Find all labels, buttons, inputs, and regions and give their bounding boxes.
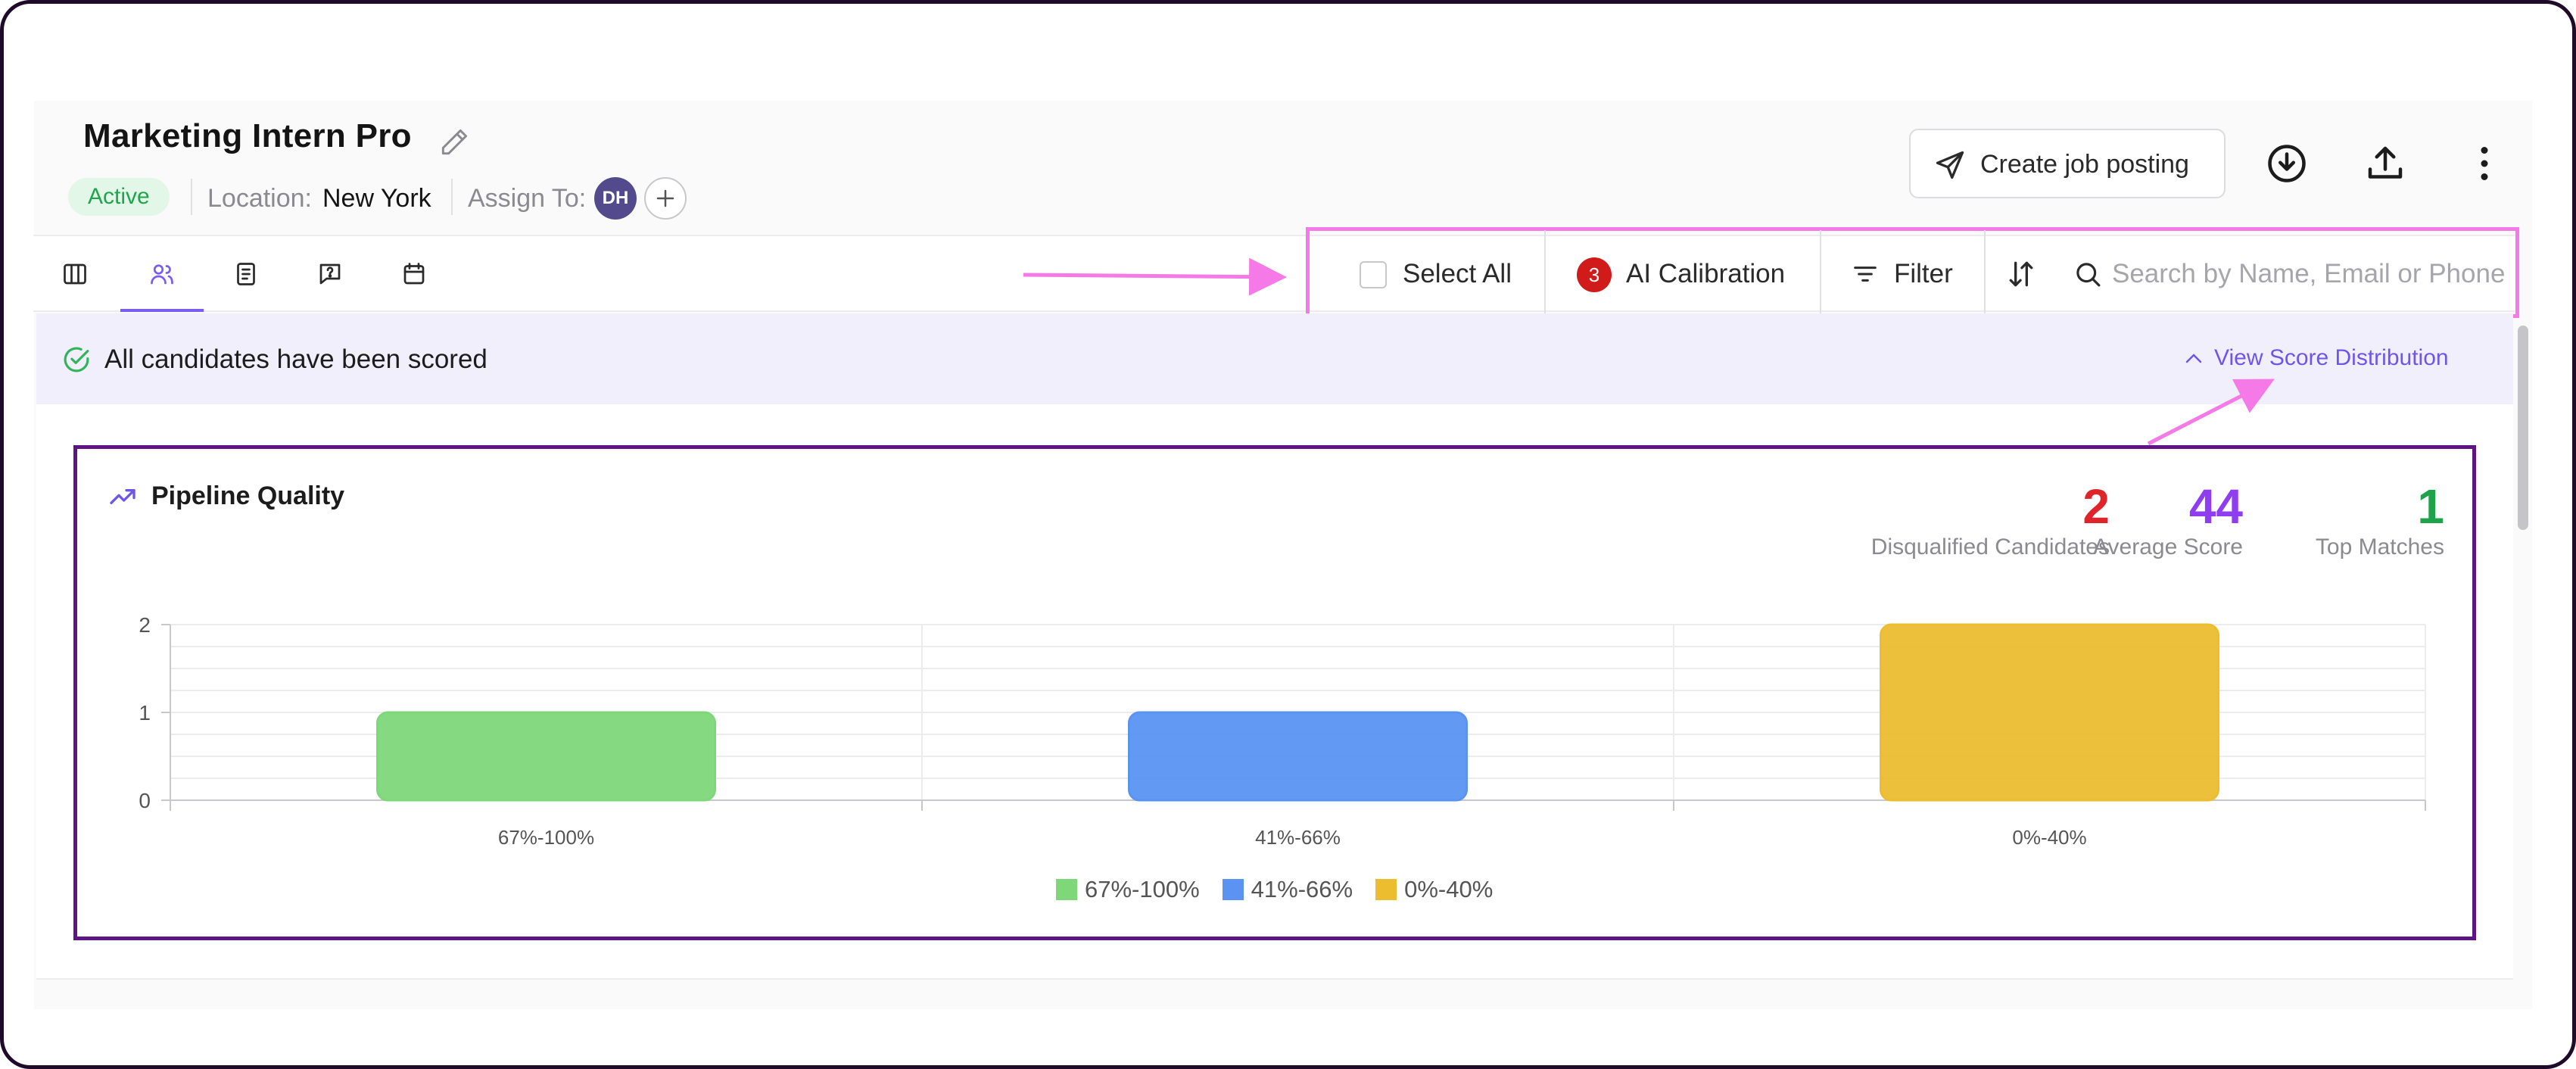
legend-label: 67%-100% — [1085, 876, 1200, 902]
page-title: Marketing Intern Pro — [83, 117, 412, 154]
add-assignee-button[interactable] — [644, 177, 687, 220]
divider — [1820, 230, 1821, 315]
sort-icon[interactable] — [2004, 257, 2038, 291]
stat-label: Average Score — [2093, 534, 2243, 559]
location-label: Location: — [207, 184, 312, 213]
stat-disqualified: 2 Disqualified Candidates — [1871, 480, 2110, 560]
x-tick-label: 0%-40% — [2012, 826, 2086, 849]
legend-swatch — [1375, 879, 1397, 900]
legend-label: 0%-40% — [1404, 876, 1494, 902]
edit-icon[interactable] — [438, 126, 471, 159]
more-vertical-icon[interactable] — [2462, 141, 2507, 186]
create-job-posting-label: Create job posting — [1980, 150, 2189, 179]
stat-label: Disqualified Candidates — [1870, 534, 2110, 559]
download-icon[interactable] — [2264, 141, 2310, 186]
chart-legend: 67%-100% 41%-66% 0%-40% — [1056, 876, 1493, 903]
assign-to-label: Assign To: — [468, 184, 587, 213]
x-tick-label: 67%-100% — [498, 826, 594, 849]
question-chat-icon — [319, 263, 341, 285]
stat-label: Top Matches — [2315, 534, 2444, 559]
legend-item[interactable]: 0%-40% — [1375, 876, 1493, 903]
y-tick-label: 0 — [139, 789, 151, 812]
send-icon — [1936, 151, 1964, 179]
document-icon — [237, 263, 255, 285]
legend-label: 41%-66% — [1251, 876, 1353, 902]
candidates-icon — [151, 264, 173, 285]
filter-icon[interactable] — [1850, 259, 1880, 289]
ai-calibration-count-badge: 3 — [1577, 257, 1612, 292]
tab-calendar[interactable] — [372, 236, 456, 312]
location-value: New York — [322, 184, 431, 213]
upload-icon[interactable] — [2363, 141, 2408, 186]
trending-up-icon — [110, 489, 135, 504]
status-badge: Active — [68, 178, 170, 216]
scored-message: All candidates have been scored — [104, 344, 487, 374]
legend-item[interactable]: 41%-66% — [1222, 876, 1353, 903]
stat-value: 44 — [2188, 479, 2243, 534]
search-icon — [2076, 263, 2101, 287]
stat-top-matches: 1 Top Matches — [2316, 480, 2444, 560]
avatar[interactable]: DH — [594, 177, 637, 220]
chart-bar — [376, 711, 716, 802]
legend-item[interactable]: 67%-100% — [1056, 876, 1200, 903]
tab-candidates[interactable] — [120, 236, 204, 312]
view-score-distribution-link[interactable]: View Score Distribution — [2184, 345, 2449, 371]
tab-questions[interactable] — [288, 236, 372, 312]
score-distribution-chart: 0 1 2 67%-100% 41%-66% 0%-40% — [139, 613, 2426, 849]
x-tick-label: 41%-66% — [1255, 826, 1341, 849]
y-tick-label: 2 — [139, 613, 151, 637]
create-job-posting-button[interactable]: Create job posting — [1909, 129, 2226, 198]
calendar-icon — [403, 263, 425, 285]
check-circle-icon — [64, 347, 89, 372]
chart-bar — [1880, 623, 2219, 802]
stat-average-score: 44 Average Score — [2093, 480, 2243, 560]
search-input[interactable] — [2112, 251, 2506, 297]
chevron-up-icon — [2185, 354, 2202, 363]
select-all-checkbox[interactable] — [1360, 261, 1387, 288]
legend-swatch — [1056, 879, 1077, 900]
tab-documents[interactable] — [204, 236, 288, 312]
scrollbar[interactable] — [2518, 326, 2528, 530]
pipeline-quality-title: Pipeline Quality — [151, 482, 345, 510]
chart-bar — [1128, 711, 1468, 802]
select-all-label[interactable]: Select All — [1403, 259, 1512, 289]
tab-columns[interactable] — [33, 236, 117, 312]
ai-calibration-button[interactable]: AI Calibration — [1626, 259, 1785, 289]
legend-swatch — [1222, 879, 1244, 900]
divider — [191, 179, 192, 215]
stat-value: 1 — [2417, 479, 2444, 534]
stat-value: 2 — [2082, 479, 2110, 534]
divider — [451, 179, 453, 215]
divider — [1984, 230, 1986, 315]
filter-button[interactable]: Filter — [1894, 259, 1953, 289]
divider — [1544, 230, 1546, 315]
columns-icon — [64, 263, 86, 285]
plus-icon — [656, 189, 674, 207]
y-tick-label: 1 — [139, 701, 151, 725]
view-score-distribution-label: View Score Distribution — [2214, 345, 2449, 370]
